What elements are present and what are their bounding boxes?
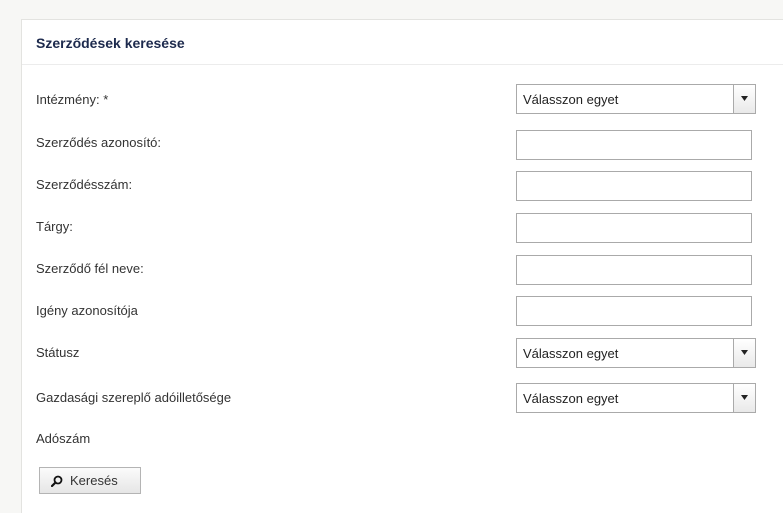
status-select-value: Válasszon egyet xyxy=(523,346,619,361)
tax-residency-select[interactable]: Válasszon egyet xyxy=(516,383,756,413)
search-button[interactable]: Keresés xyxy=(39,467,141,494)
chevron-down-icon xyxy=(741,350,748,355)
institution-select[interactable]: Válasszon egyet xyxy=(516,84,756,114)
status-dropdown-button[interactable] xyxy=(733,339,755,367)
panel-title: Szerződések keresése xyxy=(36,35,185,51)
chevron-down-icon xyxy=(741,96,748,101)
contract-id-label: Szerződés azonosító: xyxy=(36,135,162,150)
search-icon xyxy=(51,475,63,487)
subject-label: Tárgy: xyxy=(36,219,73,234)
status-select[interactable]: Válasszon egyet xyxy=(516,338,756,368)
subject-input[interactable] xyxy=(516,213,752,243)
tax-residency-dropdown-button[interactable] xyxy=(733,384,755,412)
search-button-label: Keresés xyxy=(70,473,118,488)
contract-number-input[interactable] xyxy=(516,171,752,201)
institution-dropdown-button[interactable] xyxy=(733,85,755,113)
request-id-label: Igény azonosítója xyxy=(36,303,138,318)
institution-select-value: Válasszon egyet xyxy=(523,92,619,107)
panel-header: Szerződések keresése xyxy=(22,20,783,65)
institution-label: Intézmény: * xyxy=(36,92,109,107)
tax-residency-label: Gazdasági szereplő adóilletősége xyxy=(36,390,232,405)
search-panel: Szerződések keresése Intézmény: * Válass… xyxy=(21,19,783,513)
chevron-down-icon xyxy=(741,395,748,400)
contracting-party-input[interactable] xyxy=(516,255,752,285)
status-label: Státusz xyxy=(36,345,80,360)
contract-id-input[interactable] xyxy=(516,130,752,160)
contract-number-label: Szerződésszám: xyxy=(36,177,133,192)
tax-residency-select-value: Válasszon egyet xyxy=(523,391,619,406)
tax-number-label: Adószám xyxy=(36,431,91,446)
contracting-party-label: Szerződő fél neve: xyxy=(36,261,144,276)
request-id-input[interactable] xyxy=(516,296,752,326)
